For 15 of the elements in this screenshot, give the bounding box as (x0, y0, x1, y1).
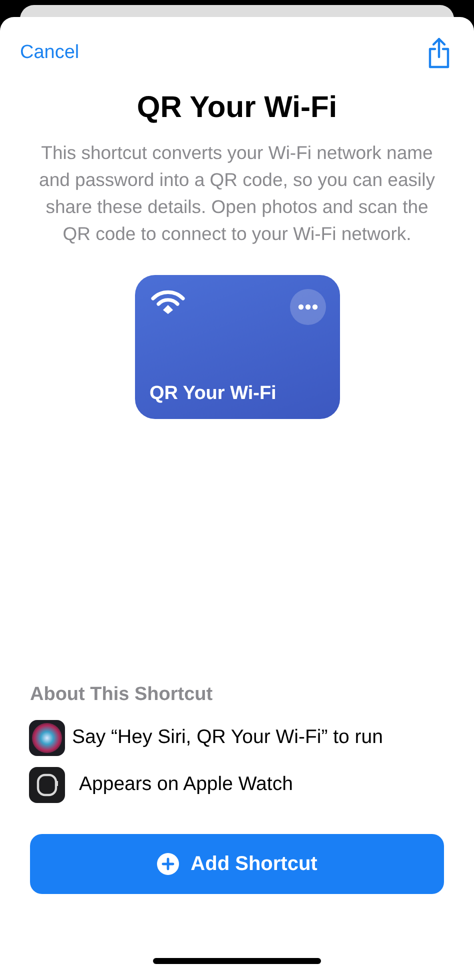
card-title: QR Your Wi-Fi (150, 383, 278, 405)
more-icon[interactable] (290, 289, 326, 325)
description-text: This shortcut converts your Wi-Fi network name and password into a QR code, so you can easily share these details. Open photos and scan the QR code to connect to your Wi-Fi network. (38, 141, 436, 246)
watch-icon (29, 766, 65, 802)
feature-text: Say “Hey Siri, QR Your Wi-Fi” to run (72, 726, 383, 749)
shortcut-card[interactable]: QR Your Wi-Fi (134, 275, 340, 419)
feature-text: Appears on Apple Watch (79, 773, 293, 796)
cancel-button[interactable]: Cancel (20, 42, 80, 64)
plus-icon (156, 853, 179, 875)
share-icon[interactable] (426, 37, 452, 69)
wifi-icon (150, 289, 186, 315)
section-heading: About This Shortcut (29, 684, 214, 706)
add-shortcut-button[interactable]: Add Shortcut (30, 834, 444, 894)
siri-icon (29, 720, 65, 756)
shortcut-title: QR Your Wi-Fi (136, 91, 338, 125)
